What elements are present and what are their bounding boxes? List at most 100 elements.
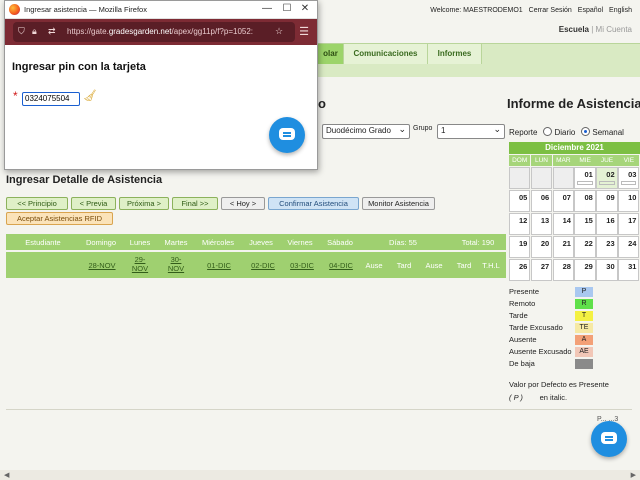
cal-day[interactable]: 23 [596,236,618,258]
url-prefix: https://gate. [67,27,109,36]
cal-day[interactable]: 28 [552,259,574,281]
shield-icon[interactable]: ⛉ [18,26,25,37]
cal-day[interactable]: 31 [618,259,640,281]
cal-day-header: VIE [618,155,640,166]
col-student: Estudiante [25,238,61,247]
popup-url-bar: ⛉ 🔒︎ ⇄ https://gate.gradesgarden.net/ape… [5,19,317,45]
date-04-dic[interactable]: 04-DIC [322,261,360,270]
cal-day[interactable]: 09 [596,190,618,212]
url-field[interactable]: ⛉ 🔒︎ ⇄ https://gate.gradesgarden.net/ape… [13,22,295,42]
legend-label: Ausente Excusado [509,347,572,356]
cal-day[interactable]: 26 [509,259,531,281]
cal-day[interactable]: 22 [574,236,596,258]
pin-heading: Ingresar pin con la tarjeta [12,61,146,73]
cal-day[interactable]: 24 [618,236,640,258]
group-select[interactable]: 1 [437,124,505,139]
date-02-dic[interactable]: 02-DIC [244,261,282,270]
lock-icon[interactable]: 🔒︎ [32,26,37,37]
scroll-left-icon[interactable]: ◀ [4,471,9,479]
cal-day[interactable]: 06 [530,190,553,212]
cal-day[interactable]: 27 [530,259,553,281]
cal-day-header: DOM [509,155,531,166]
group-label: Grupo [413,125,433,132]
rfid-button[interactable]: Aceptar Asistencias RFID [6,212,113,225]
cal-day[interactable]: 12 [509,213,531,235]
chat-button[interactable] [591,421,627,457]
calendar-week: 12 13 14 15 16 17 [509,212,640,235]
date-29-b: NOV [131,264,149,273]
legend-label: Presente [509,287,540,296]
date-01-dic[interactable]: 01-DIC [200,261,238,270]
prev-button[interactable]: < Previa [71,197,116,210]
cal-day-header: MAR [552,155,574,166]
my-account-link[interactable]: Mi Cuenta [596,25,632,34]
start-button[interactable]: << Principio [6,197,68,210]
cal-day[interactable]: 21 [552,236,574,258]
tab-comunicaciones[interactable]: Comunicaciones [344,44,428,64]
school-link[interactable]: Escuela [559,25,589,34]
bookmark-star-icon[interactable]: ☆ [275,26,283,37]
grade-select[interactable]: Duodécimo Grado [322,124,410,139]
default-code: ( P ) [509,393,523,402]
date-28-nov[interactable]: 28-NOV [82,261,122,270]
cal-day[interactable]: 19 [509,236,531,258]
cal-day[interactable]: 08 [574,190,596,212]
legend-item: Tarde T [509,310,609,322]
radio-daily[interactable] [543,127,553,136]
radio-weekly[interactable] [581,127,591,136]
horizontal-scrollbar[interactable]: ◀ ▶ [0,470,640,480]
lang-es-link[interactable]: Español [578,7,603,14]
cal-day[interactable]: 05 [509,190,531,212]
col-ause-2: Ause [425,261,443,270]
end-button[interactable]: Final >> [172,197,218,210]
minimize-icon[interactable]: — [259,3,275,14]
cal-day[interactable]: 07 [552,190,574,212]
tab-escolar[interactable]: olar [318,44,344,64]
cal-day [552,167,574,189]
cal-day-today[interactable]: 02 [596,167,618,189]
cal-day[interactable]: 13 [530,213,553,235]
date-29-nov[interactable]: 29- NOV [126,255,154,273]
grade-select-value: Duodécimo Grado [326,126,391,135]
date-03-dic[interactable]: 03-DIC [283,261,321,270]
tab-informes[interactable]: Informes [428,44,482,64]
cal-day[interactable]: 15 [574,213,596,235]
cal-day[interactable]: 01 [574,167,596,189]
next-button[interactable]: Próxima > [119,197,169,210]
monitor-attendance-button[interactable]: Monitor Asistencia [362,197,435,210]
menu-icon[interactable]: ☰ [299,25,309,38]
cal-day[interactable]: 30 [596,259,618,281]
popup-chat-button[interactable] [269,117,305,153]
legend-label: Tarde [509,311,528,320]
attendance-table-header: Estudiante Domingo Lunes Martes Miércole… [6,234,506,250]
cal-day[interactable]: 20 [530,236,553,258]
cal-day[interactable]: 17 [618,213,640,235]
cal-day-header: LUN [530,155,553,166]
logout-link[interactable]: Cerrar Sesión [529,7,572,14]
calendar: Diciembre 2021 DOM LUN MAR MIE JUE VIE 0… [509,142,640,281]
confirm-attendance-button[interactable]: Confirmar Asistencia [268,197,359,210]
cal-day [530,167,553,189]
cal-day[interactable]: 14 [552,213,574,235]
cal-day[interactable]: 16 [596,213,618,235]
date-30-nov[interactable]: 30- NOV [162,255,190,273]
cal-day[interactable]: 10 [618,190,640,212]
permissions-icon[interactable]: ⇄ [48,26,56,37]
legend-swatch: A [575,335,593,345]
legend-item: Ausente A [509,334,609,346]
divider [6,409,632,410]
legend-item: Tarde Excusado TE [509,322,609,334]
close-icon[interactable]: ✕ [297,3,313,14]
legend-item: De baja [509,358,609,370]
maximize-icon[interactable]: ☐ [279,3,295,14]
cal-day[interactable]: 29 [574,259,596,281]
legend-item: Presente P [509,286,609,298]
today-button[interactable]: < Hoy > [221,197,265,210]
pin-input[interactable]: 0324075504 [22,92,80,106]
lang-en-link[interactable]: English [609,7,632,14]
clear-broom-icon[interactable]: 🧹︎ [83,89,97,102]
legend-label: Ausente [509,335,537,344]
scroll-right-icon[interactable]: ▶ [631,471,636,479]
cal-day[interactable]: 03 [618,167,640,189]
url-text: https://gate.gradesgarden.net/apex/gg11p… [67,27,271,36]
